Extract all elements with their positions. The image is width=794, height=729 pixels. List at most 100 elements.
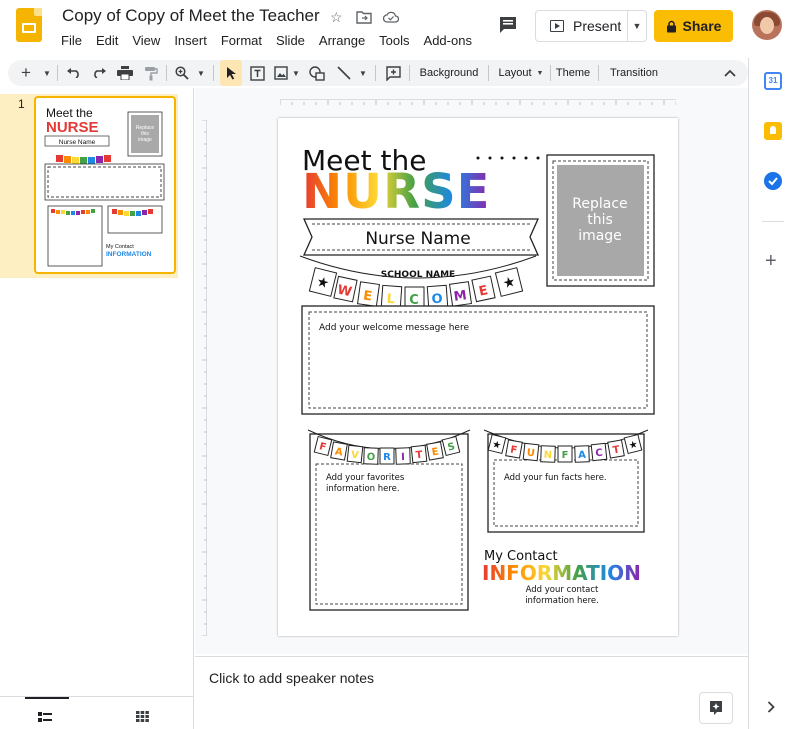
present-label: Present: [573, 18, 622, 34]
horizontal-ruler[interactable]: [279, 92, 677, 105]
insert-image-icon[interactable]: [272, 60, 290, 86]
transition-button[interactable]: Transition: [604, 60, 664, 86]
share-label: Share: [682, 18, 722, 34]
present-icon: [550, 20, 564, 32]
menu-slide[interactable]: Slide: [276, 33, 305, 49]
list-view-icon[interactable]: [38, 709, 52, 727]
undo-icon[interactable]: [62, 60, 84, 86]
funfact-letter: F: [562, 450, 569, 461]
redo-icon[interactable]: [88, 60, 110, 86]
background-button[interactable]: Background: [416, 60, 482, 86]
line-dropdown-icon[interactable]: ▼: [357, 60, 369, 86]
welcome-letter: O: [431, 292, 443, 308]
funfact-letter: U: [526, 448, 535, 460]
star-icon[interactable]: ☆: [330, 9, 343, 26]
menu-tools[interactable]: Tools: [379, 33, 409, 49]
thumb-heading-line1: Meet the: [46, 106, 93, 120]
funfact-letter: N: [544, 450, 553, 461]
menu-file[interactable]: File: [61, 33, 82, 49]
thumb-welcome-flags: [56, 155, 111, 164]
share-button[interactable]: Share: [654, 10, 733, 42]
grid-view-icon[interactable]: [136, 709, 149, 727]
shape-icon[interactable]: [306, 60, 328, 86]
document-title[interactable]: Copy of Copy of Meet the Teacher: [62, 6, 320, 26]
image-placeholder-line3: image: [578, 228, 622, 244]
comments-icon[interactable]: [494, 11, 522, 39]
funfact-letter: A: [578, 450, 586, 461]
favorites-letter: T: [415, 450, 423, 462]
thumb-name-banner: Nurse Name: [59, 139, 96, 146]
lock-icon: [666, 20, 676, 32]
present-button[interactable]: Present: [536, 11, 628, 41]
menu-edit[interactable]: Edit: [96, 33, 118, 49]
theme-button[interactable]: Theme: [555, 60, 591, 86]
image-dropdown-icon[interactable]: ▼: [291, 60, 301, 86]
image-placeholder-line2: this: [587, 212, 613, 228]
expand-side-panel-icon[interactable]: [767, 700, 775, 718]
slides-logo-icon[interactable]: [16, 8, 42, 42]
new-slide-dropdown-icon[interactable]: ▼: [41, 60, 53, 86]
slide-number: 1: [18, 97, 25, 111]
slide-thumbnail[interactable]: Meet the NURSE Replace this image Nurse …: [34, 96, 176, 274]
toolbar: + ▼ ▼ ▼ ▼ Background Layout ▼ Theme Tran…: [8, 60, 748, 86]
menu-format[interactable]: Format: [221, 33, 262, 49]
menu-insert[interactable]: Insert: [174, 33, 207, 49]
heading-dots: [476, 156, 540, 160]
keep-icon[interactable]: [764, 122, 782, 140]
heading-nurse[interactable]: NURSE: [302, 164, 490, 220]
speaker-notes-panel[interactable]: [195, 656, 748, 729]
print-icon[interactable]: [114, 60, 136, 86]
side-divider: [762, 221, 784, 222]
contact-text-line1[interactable]: Add your contact: [526, 585, 599, 595]
select-tool-icon[interactable]: [220, 60, 242, 86]
collapse-toolbar-icon[interactable]: [720, 60, 740, 86]
text-box-icon[interactable]: [246, 60, 268, 86]
thumb-image-line3: image: [138, 137, 152, 143]
contact-information-title[interactable]: INFORMATION: [482, 561, 641, 585]
funfact-letter: C: [595, 448, 603, 460]
line-icon[interactable]: [334, 60, 354, 86]
explore-icon: [710, 701, 722, 715]
thumb-contact-line1: My Contact: [106, 244, 134, 250]
image-placeholder-line1: Replace: [572, 196, 627, 212]
funfact-text[interactable]: Add your fun facts here.: [504, 473, 607, 483]
app-header: Copy of Copy of Meet the Teacher ☆ File …: [0, 0, 794, 58]
welcome-letter: W: [336, 283, 353, 301]
nurse-name[interactable]: Nurse Name: [365, 229, 470, 249]
tasks-icon[interactable]: [764, 172, 782, 190]
vertical-ruler[interactable]: [199, 119, 207, 637]
cloud-status-icon[interactable]: [382, 10, 400, 26]
move-folder-icon[interactable]: [356, 10, 372, 27]
slide-page[interactable]: Meet the NURSE Replace this image Nurse …: [278, 118, 678, 636]
zoom-icon[interactable]: [172, 60, 192, 86]
filmstrip-view-switcher: [0, 696, 194, 729]
present-dropdown-icon[interactable]: ▼: [628, 11, 646, 41]
layout-dropdown-icon[interactable]: ▼: [536, 60, 544, 86]
paint-format-icon[interactable]: [140, 60, 162, 86]
favorites-letter: V: [350, 450, 359, 462]
favorites-text-line1[interactable]: Add your favorites: [326, 473, 405, 483]
avatar[interactable]: [752, 10, 782, 40]
welcome-letter: M: [453, 288, 468, 305]
calendar-icon[interactable]: 31: [764, 72, 782, 90]
layout-button[interactable]: Layout: [494, 60, 536, 86]
welcome-letter: L: [386, 292, 395, 308]
favorites-letter: O: [367, 452, 376, 463]
present-button-group: Present ▼: [535, 10, 647, 42]
menu-view[interactable]: View: [132, 33, 160, 49]
welcome-message[interactable]: Add your welcome message here: [319, 323, 469, 333]
zoom-dropdown-icon[interactable]: ▼: [195, 60, 207, 86]
side-panel: [748, 58, 794, 729]
explore-button[interactable]: [699, 692, 733, 724]
favorites-letter: I: [401, 452, 405, 463]
favorites-text-line2[interactable]: information here.: [326, 484, 400, 494]
get-addons-icon[interactable]: +: [765, 250, 777, 273]
contact-text-line2[interactable]: information here.: [525, 596, 599, 606]
menu-bar: File Edit View Insert Format Slide Arran…: [61, 33, 486, 49]
add-comment-icon[interactable]: [382, 60, 404, 86]
favorites-letter: R: [383, 452, 391, 463]
new-slide-icon[interactable]: +: [16, 60, 36, 86]
speaker-notes-placeholder[interactable]: Click to add speaker notes: [209, 670, 374, 686]
menu-addons[interactable]: Add-ons: [424, 33, 472, 49]
menu-arrange[interactable]: Arrange: [319, 33, 365, 49]
